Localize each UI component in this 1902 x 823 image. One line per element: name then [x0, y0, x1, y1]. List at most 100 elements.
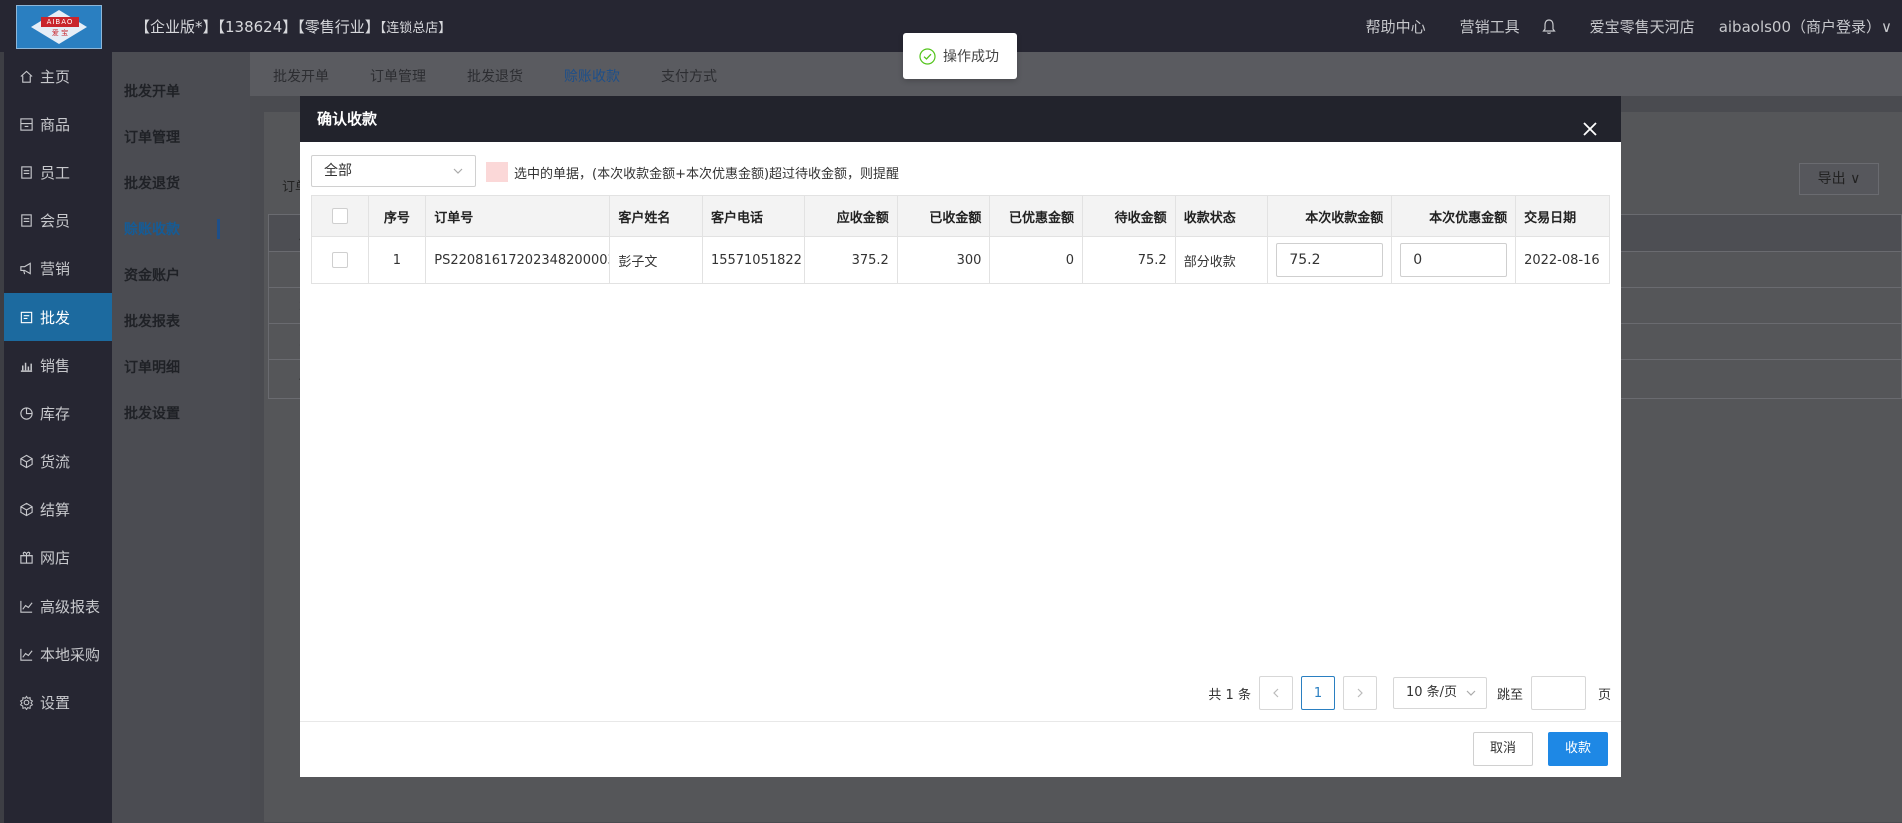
chevron-down-icon: [453, 168, 463, 174]
tab-payment-method[interactable]: 支付方式: [661, 66, 717, 86]
pie-chart-icon: [18, 405, 34, 421]
chevron-down-icon: [1466, 690, 1476, 696]
tab-credit-collection[interactable]: 赊账收款: [564, 66, 620, 100]
next-page-button[interactable]: [1342, 676, 1377, 710]
collect-button[interactable]: 收款: [1548, 732, 1608, 766]
jump-unit-label: 页: [1597, 687, 1611, 703]
marketing-tools-link[interactable]: 营销工具: [1460, 16, 1520, 37]
confirm-collection-dialog: 确认收款 全部 选中的单据，(本次收款金额+本次优惠金额)超过待收金额，则提醒 …: [300, 96, 1621, 777]
cell-phone: 15571051822: [702, 236, 806, 284]
check-circle-icon: [919, 47, 936, 65]
subnav-wholesale-order[interactable]: 批发开单: [112, 68, 250, 114]
top-right-menu: 帮助中心 营销工具 爱宝零售天河店 aibaols00（商户登录）∨: [1332, 16, 1892, 37]
cube-icon: [18, 502, 34, 518]
wholesale-icon: [18, 309, 34, 325]
dialog-title: 确认收款: [317, 110, 378, 128]
column-header: 订单号: [425, 195, 611, 237]
member-icon: [18, 213, 34, 229]
jump-page-input[interactable]: [1530, 676, 1586, 710]
nav-item-inventory[interactable]: 库存: [4, 389, 112, 437]
megaphone-icon: [18, 261, 34, 277]
prev-page-button[interactable]: [1258, 676, 1293, 710]
cube-icon: [18, 454, 34, 470]
goods-icon: [18, 116, 34, 132]
company-info: 【企业版*】【138624】【零售行业】【连锁总店】: [135, 16, 451, 37]
brand-logo[interactable]: AIBAO 爱 宝: [16, 5, 102, 49]
table-row[interactable]: 1 PS22081617202348200003 彭子文 15571051822…: [311, 236, 1610, 284]
nav-item-logistics[interactable]: 货流: [4, 438, 112, 486]
this-payment-input[interactable]: [1276, 243, 1384, 277]
nav-item-sales[interactable]: 销售: [4, 341, 112, 389]
nav-label: 货流: [40, 453, 71, 472]
nav-item-advanced-reports[interactable]: 高级报表: [4, 582, 112, 630]
subnav-wholesale-return[interactable]: 批发退货: [112, 160, 250, 206]
bell-icon[interactable]: [1541, 18, 1556, 35]
select-all-checkbox[interactable]: [311, 195, 369, 237]
this-payment-cell: [1267, 236, 1393, 284]
cancel-button[interactable]: 取消: [1473, 732, 1533, 766]
gift-icon: [18, 550, 34, 566]
subnav-order-management[interactable]: 订单管理: [112, 114, 250, 160]
page-number-current[interactable]: 1: [1300, 676, 1335, 710]
column-header: 应收金额: [804, 195, 898, 237]
column-header: 序号: [368, 195, 427, 237]
cell-order-no: PS22081617202348200003: [425, 236, 611, 284]
nav-label: 销售: [40, 356, 71, 375]
nav-item-settlement[interactable]: 结算: [4, 486, 112, 534]
this-discount-input[interactable]: [1400, 243, 1508, 277]
page-size-select[interactable]: 10 条/页: [1392, 677, 1487, 709]
nav-label: 设置: [40, 694, 71, 713]
nav-item-wholesale[interactable]: 批发: [4, 292, 112, 342]
cell-date: 2022-08-16: [1515, 236, 1610, 284]
subnav-fund-account[interactable]: 资金账户: [112, 252, 250, 298]
nav-item-goods[interactable]: 商品: [4, 100, 112, 148]
nav-label: 结算: [40, 501, 71, 520]
nav-label: 本地采购: [40, 645, 101, 664]
dialog-header: 确认收款: [300, 96, 1621, 142]
cell-receivable: 375.2: [804, 236, 898, 284]
nav-item-staff[interactable]: 员工: [4, 148, 112, 196]
chevron-left-icon: [1273, 688, 1279, 698]
toast-text: 操作成功: [943, 49, 999, 65]
subnav-order-detail[interactable]: 订单明细: [112, 344, 250, 390]
tab-wholesale-order[interactable]: 批发开单: [273, 66, 329, 86]
column-header: 已收金额: [897, 195, 991, 237]
tab-wholesale-return[interactable]: 批发退货: [467, 66, 523, 86]
user-menu[interactable]: aibaols00（商户登录）∨: [1719, 16, 1892, 37]
cell-discounted: 0: [989, 236, 1084, 284]
tab-order-management[interactable]: 订单管理: [370, 66, 426, 86]
page-size-value: 10 条/页: [1405, 685, 1458, 700]
nav-item-member[interactable]: 会员: [4, 197, 112, 245]
cell-index: 1: [368, 236, 427, 284]
close-icon[interactable]: [1581, 110, 1599, 136]
company-edition: 【企业版*】【138624】【零售行业】: [135, 18, 380, 36]
nav-item-settings[interactable]: 设置: [4, 678, 112, 726]
nav-item-local-purchase[interactable]: 本地采购: [4, 630, 112, 678]
sub-sidebar: 批发开单 订单管理 批发退货 赊账收款 资金账户 批发报表 订单明细 批发设置: [112, 52, 250, 823]
status-filter-value: 全部: [324, 163, 352, 179]
nav-item-home[interactable]: 主页: [4, 52, 112, 100]
column-header: 客户电话: [702, 195, 806, 237]
cell-status: 部分收款: [1175, 236, 1269, 284]
subnav-wholesale-report[interactable]: 批发报表: [112, 298, 250, 344]
chevron-right-icon: [1357, 688, 1363, 698]
gear-icon: [18, 695, 34, 711]
subnav-wholesale-settings[interactable]: 批发设置: [112, 390, 250, 436]
this-discount-cell: [1391, 236, 1517, 284]
status-filter-select[interactable]: 全部: [311, 155, 476, 187]
cell-received: 300: [897, 236, 991, 284]
help-center-link[interactable]: 帮助中心: [1366, 16, 1426, 37]
subnav-credit-collection[interactable]: 赊账收款: [112, 206, 250, 252]
nav-item-online-store[interactable]: 网店: [4, 534, 112, 582]
row-checkbox[interactable]: [311, 236, 369, 284]
column-header: 收款状态: [1175, 195, 1269, 237]
home-icon: [18, 68, 34, 84]
store-name[interactable]: 爱宝零售天河店: [1590, 16, 1695, 37]
tab-bar: 批发开单 订单管理 批发退货 赊账收款 支付方式: [250, 52, 1902, 100]
column-header: 待收金额: [1082, 195, 1176, 237]
nav-label: 员工: [40, 163, 71, 182]
logo-band: AIBAO: [41, 17, 79, 27]
main-sidebar: 主页 商品 员工 会员 营销 批发 销售 库存 货流 结算 网店 高级报表 本地…: [4, 52, 112, 823]
nav-item-marketing[interactable]: 营销: [4, 245, 112, 293]
export-button[interactable]: 导出 ∨: [1799, 163, 1879, 195]
